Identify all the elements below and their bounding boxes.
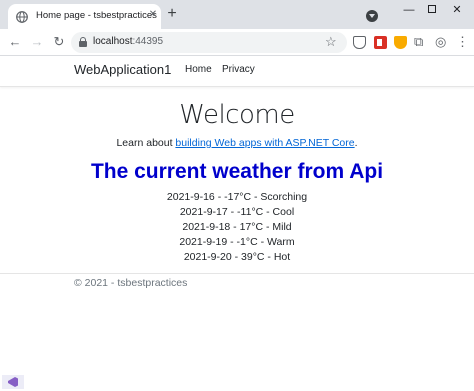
close-icon[interactable]: ✕ [146, 8, 160, 22]
site-brand[interactable]: WebApplication1 [74, 62, 171, 77]
forecast-list: 2021-9-16 - -17°C - Scorching 2021-9-17 … [0, 190, 474, 265]
profile-icon[interactable]: ◎ [435, 35, 448, 48]
footer-copyright: © 2021 - tsbestpractices [74, 277, 188, 289]
reload-icon[interactable]: ↻ [51, 34, 67, 50]
aspnet-docs-link[interactable]: building Web apps with ASP.NET Core [175, 137, 354, 149]
browser-tab[interactable]: Home page - tsbestpractices ✕ [8, 4, 161, 29]
star-icon[interactable]: ☆ [325, 35, 337, 49]
web-page: WebApplication1 Home Privacy Welcome Lea… [0, 56, 474, 391]
tab-title: Home page - tsbestpractices [36, 10, 157, 21]
nav-privacy-link[interactable]: Privacy [222, 64, 255, 75]
url-port: :44395 [132, 36, 164, 47]
url-host: localhost [93, 36, 133, 47]
plus-icon[interactable]: + [164, 6, 180, 22]
learn-prefix: Learn about [116, 137, 176, 149]
learn-text: Learn about building Web apps with ASP.N… [0, 137, 474, 149]
forecast-item: 2021-9-17 - -11°C - Cool [179, 206, 295, 218]
back-arrow-icon[interactable]: ← [7, 34, 23, 50]
visual-studio-icon[interactable] [2, 375, 24, 389]
forecast-item: 2021-9-18 - 17°C - Mild [182, 221, 292, 233]
puzzle-icon[interactable]: ⧉ [414, 35, 427, 48]
extension-icon[interactable] [374, 36, 387, 49]
forward-arrow-icon[interactable]: → [29, 34, 45, 50]
tab-strip: Home page - tsbestpractices ✕ + — ✕ [0, 0, 474, 29]
pocket-icon[interactable] [353, 36, 366, 49]
window-close-button[interactable]: ✕ [446, 2, 468, 18]
lock-icon[interactable] [79, 37, 87, 47]
url-text[interactable]: localhost:44395 [93, 36, 163, 47]
nav-home-link[interactable]: Home [185, 64, 212, 75]
window-maximize-button[interactable] [421, 2, 443, 18]
browser-toolbar: ← → ↻ localhost:44395 ☆ ⧉ ◎ ⋮ [0, 29, 474, 56]
window-minimize-button[interactable]: — [398, 2, 420, 18]
weather-heading: The current weather from Api [90, 160, 384, 183]
forecast-item: 2021-9-16 - -17°C - Scorching [166, 191, 308, 203]
tab-search-icon[interactable] [366, 10, 378, 22]
address-bar[interactable]: localhost:44395 ☆ [71, 32, 347, 53]
site-footer: © 2021 - tsbestpractices [0, 273, 474, 303]
globe-icon [16, 11, 28, 23]
page-title: Welcome [179, 100, 295, 130]
learn-suffix: . [354, 137, 358, 149]
forecast-item: 2021-9-20 - 39°C - Hot [183, 251, 291, 263]
site-navbar: WebApplication1 Home Privacy [0, 56, 474, 87]
menu-dots-icon[interactable]: ⋮ [456, 35, 469, 48]
shield-icon[interactable] [394, 36, 407, 49]
forecast-item: 2021-9-19 - -1°C - Warm [179, 236, 295, 248]
